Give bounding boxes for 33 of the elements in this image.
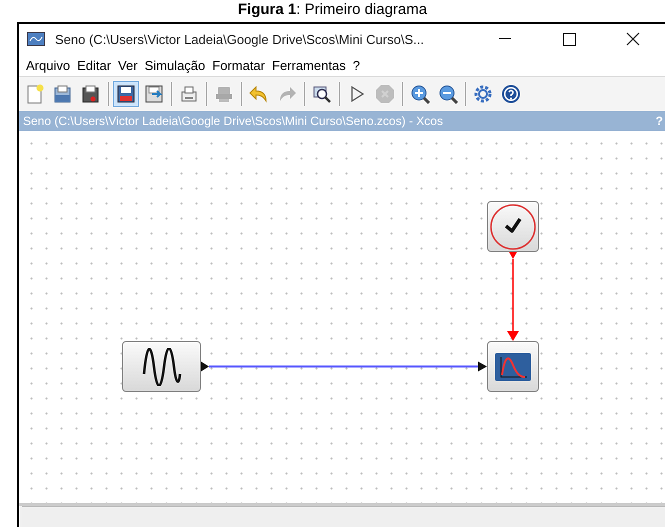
toolbar-button[interactable] [113,81,139,107]
menu-item[interactable]: Arquivo [23,56,74,74]
menu-item[interactable]: Ferramentas [269,56,349,74]
undo-icon [249,84,269,104]
document-title: Seno (C:\Users\Victor Ladeia\Google Drive\Scos\Mini Curso\Seno.zcos) - Xcos [23,114,444,128]
menu-item[interactable]: Simulação [142,56,208,74]
figure-caption: Figura 1: Primeiro diagrama [236,0,428,20]
menu-item[interactable]: Editar [74,56,114,74]
sine-wave-icon [142,348,182,386]
clock-icon [489,202,537,250]
menu-item[interactable]: Formatar [209,56,268,74]
new-file-icon [25,84,45,104]
printer-icon [214,84,234,104]
sine-block[interactable] [122,341,201,392]
zoom-fit-icon [312,84,332,104]
signal-link-arrow[interactable] [201,362,487,372]
zoom-out-icon [438,84,458,104]
scope-display-icon [495,352,531,380]
stop-icon [375,84,395,104]
scope-block[interactable] [487,341,539,392]
help-icon [501,84,521,104]
zoom-in-icon [410,84,430,104]
minimize-icon [499,38,511,40]
printer-icon [179,84,199,104]
maximize-icon [562,32,576,46]
menu-item[interactable]: Ver [115,56,141,74]
close-icon [626,32,640,46]
window-title: Seno (C:\Users\Victor Ladeia\Google Drive\Scos\Mini Curso\S... [55,32,425,46]
clock-block[interactable] [487,201,539,252]
activation-link-arrow[interactable] [507,252,519,341]
settings-icon [473,84,493,104]
app-icon [27,32,45,46]
menu-item[interactable]: ? [350,56,363,74]
